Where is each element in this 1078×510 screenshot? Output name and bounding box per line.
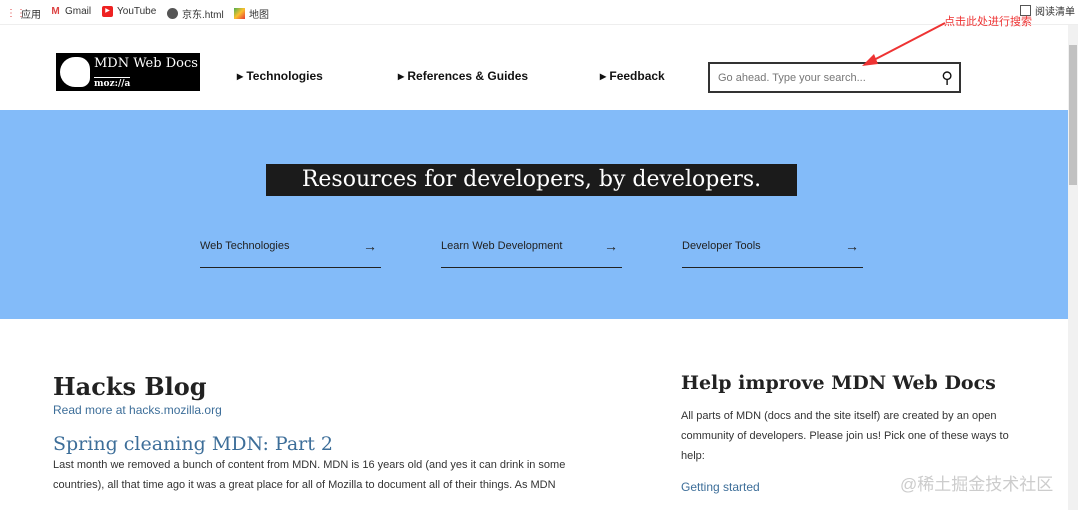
hero-title: Resources for developers, by developers. bbox=[266, 164, 797, 196]
arrow-right-icon: → bbox=[363, 238, 377, 254]
read-more-link[interactable]: Read more at hacks.mozilla.org bbox=[53, 403, 583, 417]
bookmark-jd[interactable]: 京东.html bbox=[167, 6, 224, 21]
hero-link-developer-tools[interactable]: Developer Tools → bbox=[682, 238, 863, 268]
maps-icon bbox=[234, 8, 245, 19]
annotation-text: 点击此处进行搜索 bbox=[944, 16, 1032, 28]
mdn-logo[interactable]: MDN Web Docs moz://a bbox=[56, 53, 200, 91]
bookmark-gmail[interactable]: M Gmail bbox=[50, 6, 91, 17]
gmail-icon: M bbox=[51, 6, 60, 17]
annotation-arrow bbox=[862, 22, 946, 66]
youtube-icon: ▶ bbox=[102, 6, 113, 17]
watermark: @稀土掘金技术社区 bbox=[900, 475, 1054, 494]
dinosaur-icon bbox=[60, 57, 90, 87]
help-title: Help improve MDN Web Docs bbox=[681, 372, 996, 394]
arrow-right-icon: → bbox=[845, 238, 859, 254]
post-title-link[interactable]: Spring cleaning MDN: Part 2 bbox=[53, 433, 583, 455]
arrow-right-icon: → bbox=[604, 238, 618, 254]
bookmark-maps[interactable]: 地图 bbox=[234, 6, 269, 21]
blog-title: Hacks Blog bbox=[53, 372, 207, 401]
nav-technologies[interactable]: ▸ Technologies bbox=[237, 69, 323, 83]
help-text: All parts of MDN (docs and the site itse… bbox=[681, 410, 1009, 462]
nav-references-guides[interactable]: ▸ References & Guides bbox=[398, 69, 528, 83]
hero-banner: Resources for developers, by developers.… bbox=[0, 110, 1068, 319]
hero-link-learn-web-development[interactable]: Learn Web Development → bbox=[441, 238, 622, 268]
bookmark-youtube[interactable]: ▶ YouTube bbox=[102, 6, 156, 17]
hero-link-web-technologies[interactable]: Web Technologies → bbox=[200, 238, 381, 268]
apps-icon: ⋮⋮ bbox=[6, 8, 26, 19]
bookmark-apps[interactable]: ⋮⋮ 应用 bbox=[6, 6, 41, 21]
reading-list-icon bbox=[1020, 5, 1031, 16]
nav-feedback[interactable]: ▸ Feedback bbox=[600, 69, 665, 83]
globe-icon bbox=[167, 8, 178, 19]
post-excerpt: Last month we removed a bunch of content… bbox=[53, 459, 566, 491]
scrollbar-thumb[interactable] bbox=[1069, 45, 1077, 185]
scrollbar[interactable] bbox=[1068, 25, 1078, 510]
hacks-blog-section: Hacks Blog Read more at hacks.mozilla.or… bbox=[53, 372, 583, 495]
